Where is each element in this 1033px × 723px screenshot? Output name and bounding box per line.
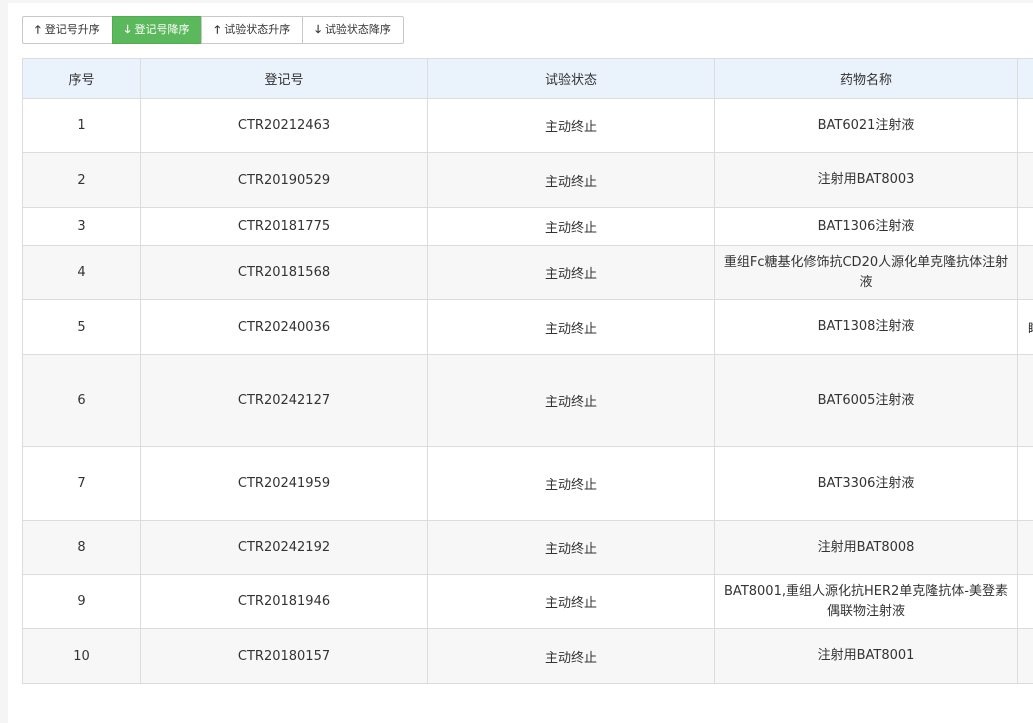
col-header-no[interactable]: 序号 <box>23 59 141 99</box>
cell-no: 9 <box>23 575 141 629</box>
sort-reg-asc-button[interactable]: 🡑 登记号升序 <box>22 16 113 44</box>
cell-drug: BAT3306注射液 <box>715 447 1018 521</box>
cell-status: 主动终止 <box>428 629 715 684</box>
sort-status-desc-button[interactable]: 🡓 试验状态降序 <box>302 16 404 44</box>
col-header-reg[interactable]: 登记号 <box>141 59 428 99</box>
cell-no: 8 <box>23 521 141 575</box>
cell-reg: CTR20242192 <box>141 521 428 575</box>
cell-extra <box>1018 208 1033 246</box>
cell-status: 主动终止 <box>428 246 715 300</box>
cell-status: 主动终止 <box>428 355 715 447</box>
arrow-down-icon: 🡓 <box>125 17 131 43</box>
trial-table-container: 序号 登记号 试验状态 药物名称 1 CTR20212463 主动终止 BAT6… <box>22 58 1033 684</box>
cell-reg: CTR20240036 <box>141 300 428 355</box>
table-row[interactable]: 7 CTR20241959 主动终止 BAT3306注射液 <box>23 447 1033 521</box>
cell-reg: CTR20181946 <box>141 575 428 629</box>
cell-drug: 注射用BAT8001 <box>715 629 1018 684</box>
col-header-extra[interactable] <box>1018 59 1033 99</box>
cell-reg: CTR20190529 <box>141 153 428 208</box>
cell-no: 1 <box>23 99 141 153</box>
cell-reg: CTR20241959 <box>141 447 428 521</box>
sort-status-desc-label: 试验状态降序 <box>325 17 391 43</box>
cell-extra <box>1018 575 1033 629</box>
cell-extra <box>1018 521 1033 575</box>
cell-no: 3 <box>23 208 141 246</box>
cell-extra <box>1018 153 1033 208</box>
sort-reg-asc-label: 登记号升序 <box>45 17 100 43</box>
cell-status: 主动终止 <box>428 208 715 246</box>
cell-extra <box>1018 246 1033 300</box>
table-row[interactable]: 4 CTR20181568 主动终止 重组Fc糖基化修饰抗CD20人源化单克隆抗… <box>23 246 1033 300</box>
cell-drug: BAT1308注射液 <box>715 300 1018 355</box>
sort-status-asc-button[interactable]: 🡑 试验状态升序 <box>201 16 303 44</box>
cell-status: 主动终止 <box>428 99 715 153</box>
cell-no: 6 <box>23 355 141 447</box>
cell-reg: CTR20181568 <box>141 246 428 300</box>
sort-toolbar: 🡑 登记号升序 🡓 登记号降序 🡑 试验状态升序 🡓 试验状态降序 <box>22 16 404 44</box>
cell-drug: 重组Fc糖基化修饰抗CD20人源化单克隆抗体注射液 <box>715 246 1018 300</box>
table-row[interactable]: 10 CTR20180157 主动终止 注射用BAT8001 <box>23 629 1033 684</box>
sort-status-asc-label: 试验状态升序 <box>224 17 290 43</box>
table-row[interactable]: 3 CTR20181775 主动终止 BAT1306注射液 <box>23 208 1033 246</box>
cell-status: 主动终止 <box>428 447 715 521</box>
cell-extra <box>1018 629 1033 684</box>
cell-status: 主动终止 <box>428 521 715 575</box>
cell-reg: CTR20212463 <box>141 99 428 153</box>
cell-no: 5 <box>23 300 141 355</box>
cell-extra <box>1018 99 1033 153</box>
cell-drug: BAT8001,重组人源化抗HER2单克隆抗体-美登素偶联物注射液 <box>715 575 1018 629</box>
cell-no: 2 <box>23 153 141 208</box>
cell-drug: 注射用BAT8003 <box>715 153 1018 208</box>
cell-drug: 注射用BAT8008 <box>715 521 1018 575</box>
cell-extra <box>1018 355 1033 447</box>
arrow-up-icon: 🡑 <box>214 17 220 43</box>
cell-no: 10 <box>23 629 141 684</box>
table-row[interactable]: 9 CTR20181946 主动终止 BAT8001,重组人源化抗HER2单克隆… <box>23 575 1033 629</box>
cell-reg: CTR20180157 <box>141 629 428 684</box>
cell-status: 主动终止 <box>428 300 715 355</box>
cell-extra <box>1018 447 1033 521</box>
arrow-down-icon: 🡓 <box>315 17 321 43</box>
cell-extra: 盽 <box>1018 300 1033 355</box>
cell-reg: CTR20181775 <box>141 208 428 246</box>
cell-no: 7 <box>23 447 141 521</box>
cell-no: 4 <box>23 246 141 300</box>
table-header-row: 序号 登记号 试验状态 药物名称 <box>23 59 1033 99</box>
cell-drug: BAT6021注射液 <box>715 99 1018 153</box>
sort-reg-desc-label: 登记号降序 <box>134 17 189 43</box>
table-row[interactable]: 8 CTR20242192 主动终止 注射用BAT8008 <box>23 521 1033 575</box>
col-header-drug[interactable]: 药物名称 <box>715 59 1018 99</box>
table-row[interactable]: 1 CTR20212463 主动终止 BAT6021注射液 <box>23 99 1033 153</box>
sort-reg-desc-button[interactable]: 🡓 登记号降序 <box>112 16 203 44</box>
cell-status: 主动终止 <box>428 575 715 629</box>
cell-drug: BAT1306注射液 <box>715 208 1018 246</box>
table-row[interactable]: 6 CTR20242127 主动终止 BAT6005注射液 <box>23 355 1033 447</box>
cell-status: 主动终止 <box>428 153 715 208</box>
col-header-status[interactable]: 试验状态 <box>428 59 715 99</box>
table-row[interactable]: 2 CTR20190529 主动终止 注射用BAT8003 <box>23 153 1033 208</box>
table-row[interactable]: 5 CTR20240036 主动终止 BAT1308注射液 盽 <box>23 300 1033 355</box>
cell-drug: BAT6005注射液 <box>715 355 1018 447</box>
cell-reg: CTR20242127 <box>141 355 428 447</box>
trial-table: 序号 登记号 试验状态 药物名称 1 CTR20212463 主动终止 BAT6… <box>22 58 1033 684</box>
arrow-up-icon: 🡑 <box>35 17 41 43</box>
